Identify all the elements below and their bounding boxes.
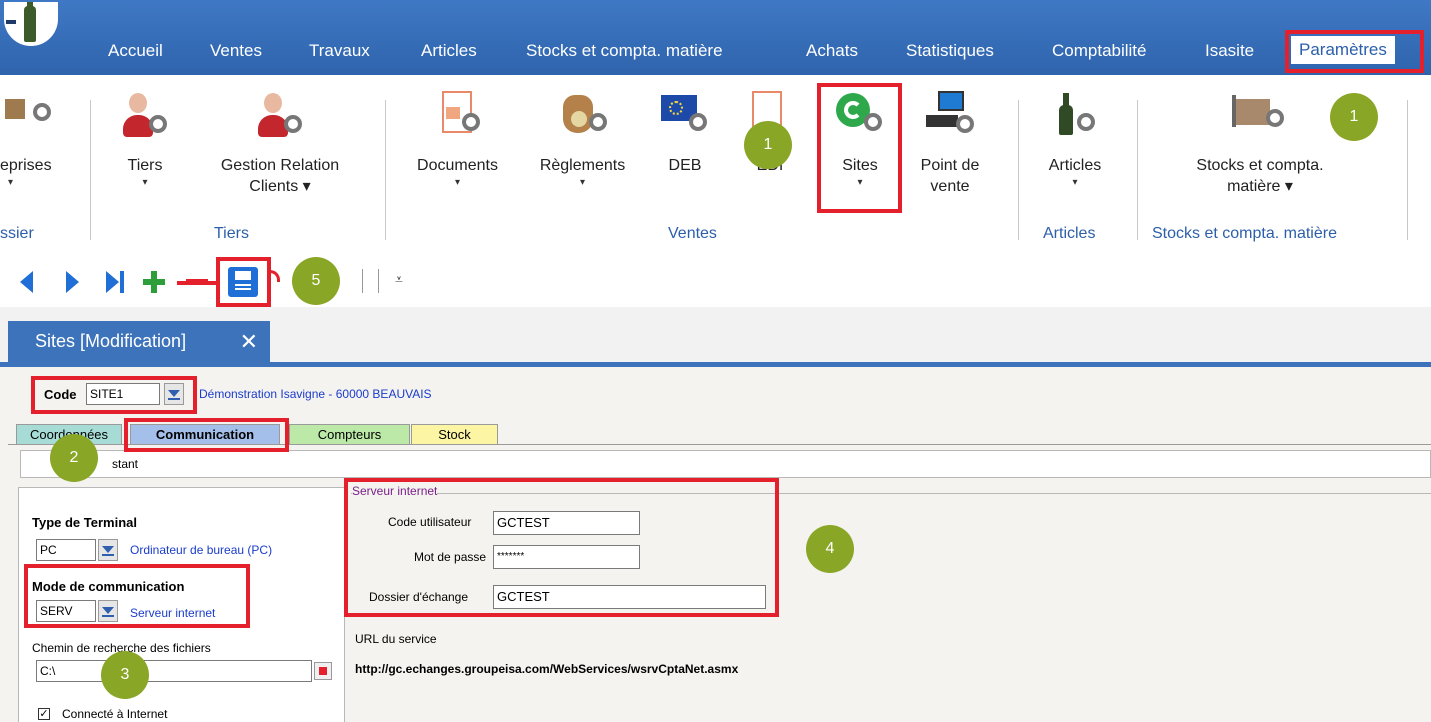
checkbox-row [20, 450, 1431, 478]
url-service-value: http://gc.echanges.groupeisa.com/WebServ… [355, 662, 739, 676]
toolbar-separator [362, 269, 363, 293]
callout-1-sites: 1 [744, 121, 792, 169]
highlight-parametres [1285, 30, 1424, 73]
previous-icon[interactable] [20, 271, 33, 293]
bottle-gear-icon [1045, 85, 1105, 147]
last-icon[interactable] [106, 271, 126, 293]
callout-1-parametres: 1 [1330, 93, 1378, 141]
menu-articles[interactable]: Articles [421, 37, 477, 65]
eu-flag-icon [655, 85, 715, 147]
person-gear-icon [250, 85, 310, 147]
money-bag-icon [553, 85, 613, 147]
highlight-serveur-internet [344, 478, 779, 617]
ribbon-group-articles: Articles [1043, 225, 1096, 242]
ribbon-entreprises-button[interactable]: eprises ▾ [0, 85, 70, 190]
ribbon-tiers-button[interactable]: Tiers ▾ [110, 85, 180, 190]
code-description: Démonstration Isavigne - 60000 BEAUVAIS [199, 387, 432, 401]
highlight-save [216, 257, 271, 307]
browse-folder-icon[interactable] [314, 662, 332, 680]
ribbon-stocks-button[interactable]: Stocks et compta. matière ▾ [1165, 85, 1355, 197]
connecte-label: Connecté à Internet [62, 707, 168, 721]
url-service-label: URL du service [355, 632, 437, 646]
ribbon-reglements-button[interactable]: Règlements ▾ [520, 85, 645, 190]
ribbon-group-dossier: ssier [0, 225, 34, 242]
tab-stock[interactable]: Stock [411, 424, 498, 444]
callout-5: 5 [292, 257, 340, 305]
document-gear-icon [428, 85, 488, 147]
ribbon-grc-button[interactable]: Gestion Relation Clients ▾ [195, 85, 365, 197]
menu-comptabilite[interactable]: Comptabilité [1052, 37, 1147, 65]
chemin-input[interactable]: C:\ [36, 660, 312, 682]
callout-2: 2 [50, 434, 98, 482]
ribbon-point-de-vente-button[interactable]: Point de vente [905, 85, 995, 197]
ribbon-group-tiers: Tiers [214, 225, 249, 242]
toolbar-separator [378, 269, 379, 293]
add-icon[interactable] [143, 271, 165, 293]
next-icon[interactable] [66, 271, 79, 293]
checkbox-label: stant [112, 457, 139, 471]
highlight-communication-tab [124, 418, 289, 452]
app-logo-icon[interactable] [4, 2, 58, 46]
callout-3: 3 [101, 651, 149, 699]
ribbon: eprises ▾ Tiers ▾ Gestion Relation Clien… [0, 75, 1431, 255]
ribbon-documents-button[interactable]: Documents ▾ [400, 85, 515, 190]
ribbon-group-stocks: Stocks et compta. matière [1152, 225, 1337, 242]
annotation-arrow-line [177, 281, 217, 285]
menu-stocks[interactable]: Stocks et compta. matière [526, 37, 723, 65]
type-terminal-dropdown-icon[interactable] [98, 539, 118, 561]
ribbon-articles-button[interactable]: Articles ▾ [1030, 85, 1120, 190]
tab-sites-modification[interactable]: Sites [Modification] ✕ [8, 321, 270, 362]
ribbon-deb-button[interactable]: DEB [650, 85, 720, 176]
stock-gear-icon [1230, 85, 1290, 147]
person-gear-icon [115, 85, 175, 147]
menu-accueil[interactable]: Accueil [108, 37, 163, 65]
entreprises-icon [5, 85, 65, 147]
menu-statistiques[interactable]: Statistiques [906, 37, 994, 65]
close-icon[interactable]: ✕ [240, 321, 258, 362]
document-tab-strip: Sites [Modification] ✕ [0, 307, 1431, 367]
menu-isasite[interactable]: Isasite [1205, 37, 1254, 65]
menu-ventes[interactable]: Ventes [210, 37, 262, 65]
menu-achats[interactable]: Achats [806, 37, 858, 65]
callout-4: 4 [806, 525, 854, 573]
type-terminal-input[interactable]: PC [36, 539, 96, 561]
ribbon-group-ventes: Ventes [668, 225, 717, 242]
type-terminal-description: Ordinateur de bureau (PC) [130, 543, 273, 557]
highlight-code [31, 376, 197, 414]
cash-register-icon [920, 85, 980, 147]
highlight-mode-communication [24, 564, 250, 628]
top-menu-bar: Accueil Ventes Travaux Articles Stocks e… [0, 0, 1431, 75]
type-terminal-label: Type de Terminal [32, 515, 137, 530]
tab-compteurs[interactable]: Compteurs [289, 424, 410, 444]
customize-toolbar-icon[interactable]: ⩡ [395, 271, 403, 288]
connecte-checkbox[interactable]: ✓ [38, 708, 50, 720]
highlight-sites [817, 83, 902, 213]
menu-travaux[interactable]: Travaux [309, 37, 370, 65]
tab-title: Sites [Modification] [35, 331, 187, 351]
